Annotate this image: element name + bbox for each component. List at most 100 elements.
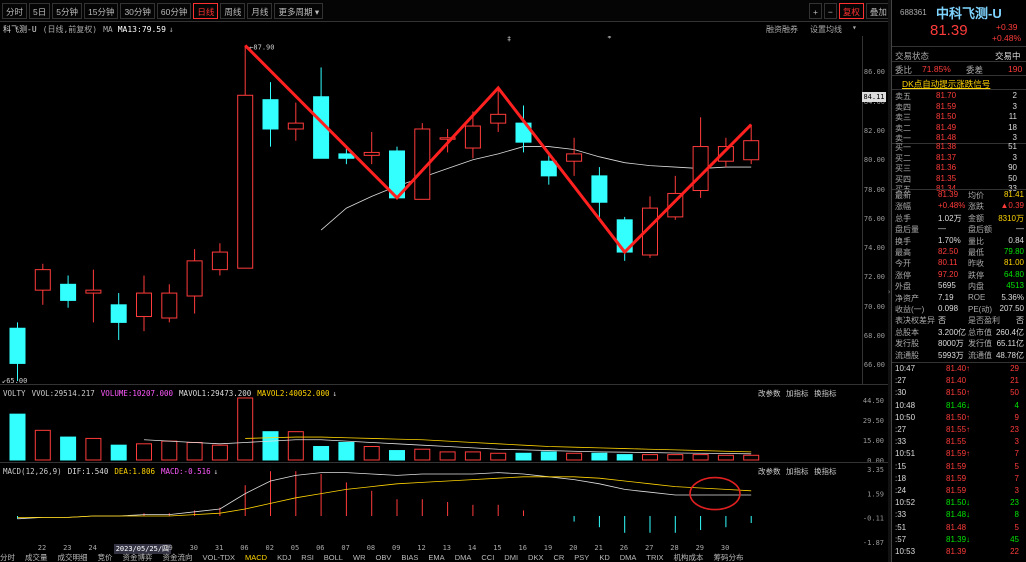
candle [616, 216, 633, 261]
kline-chart[interactable]: ←87.90↙65.00‡ *44.5029.5015.000.003.351.5… [0, 36, 888, 556]
volume-bar [85, 437, 102, 461]
volume-tick: 29.50 [863, 417, 884, 425]
volume-menu-2[interactable]: 换指标 [814, 388, 837, 399]
volume-bar [540, 451, 557, 461]
tick-trade-row: 10:48 81.46↓ 4 [892, 401, 1026, 412]
indicator-tab-25[interactable]: 筹码分布 [714, 552, 744, 562]
indicator-tab-18[interactable]: DKX [528, 553, 543, 562]
period-tab-4[interactable]: 30分钟 [120, 2, 155, 19]
indicator-tab-19[interactable]: CR [553, 553, 564, 562]
volume-bar [110, 444, 127, 461]
set-ma-dropdown-icon[interactable]: ▾ [852, 23, 857, 32]
trade-time: :51 [895, 522, 907, 532]
indicator-tab-11[interactable]: WR [353, 553, 366, 562]
volume-bar [211, 444, 228, 461]
candle-body [287, 122, 304, 130]
indicator-tab-8[interactable]: KDJ [277, 553, 291, 562]
indicator-tab-5[interactable]: 资金流向 [163, 552, 193, 562]
period-tab-2[interactable]: 5分钟 [52, 2, 82, 19]
candle-body [743, 140, 760, 161]
indicator-tab-12[interactable]: OBV [375, 553, 391, 562]
indicator-tab-9[interactable]: RSI [301, 553, 314, 562]
stat-label: 收益(一) [895, 305, 925, 314]
macd-menu-1[interactable]: 加指标 [786, 466, 809, 477]
date-label: 29 [164, 544, 173, 552]
level-volume: 3 [1012, 133, 1017, 142]
indicator-tab-21[interactable]: KD [599, 553, 609, 562]
ma-indicator[interactable]: MA [103, 25, 113, 34]
indicator-tab-0[interactable]: 分时 [0, 552, 15, 562]
macd-menu-2[interactable]: 换指标 [814, 466, 837, 477]
tick-trade-row: :33 81.48↓ 8 [892, 510, 1026, 521]
volume-bar [313, 446, 330, 461]
indicator-tab-17[interactable]: DMI [504, 553, 518, 562]
trade-volume: 4 [1014, 400, 1019, 410]
arrow-down-icon: ↓ [332, 388, 338, 398]
period-tab-1[interactable]: 5日 [29, 2, 51, 19]
period-tab-7[interactable]: 周线 [220, 2, 246, 19]
period-tab-3[interactable]: 15分钟 [83, 2, 119, 19]
tool-button-0[interactable]: + [808, 3, 822, 19]
margin-trading-button[interactable]: 融资融券 [766, 24, 798, 35]
stat-value: 8000万 [938, 339, 964, 349]
volume-bar [262, 431, 279, 461]
indicator-tab-1[interactable]: 成交量 [25, 552, 48, 562]
macd-header: MACD(12,26,9) DIF:1.540 DEA:1.806 MACD:-0.5… [0, 464, 888, 478]
indicator-tab-22[interactable]: DMA [620, 553, 637, 562]
stat-label: 是否盈利 [968, 316, 1000, 326]
volume-menu-0[interactable]: 改参数 [758, 388, 781, 399]
stat-value: 1.70% [938, 235, 961, 245]
indicator-tab-3[interactable]: 竞价 [98, 552, 113, 562]
volume-bar [414, 448, 431, 461]
indicator-tab-15[interactable]: DMA [455, 553, 472, 562]
indicator-tab-2[interactable]: 成交明细 [58, 552, 88, 562]
trade-time: 10:51 [895, 449, 916, 459]
macd-header-item: DEA:1.806 [114, 466, 155, 476]
candle-body [591, 175, 608, 203]
set-ma-button[interactable]: 设置均线 [810, 24, 842, 35]
indicator-tab-7[interactable]: MACD [245, 553, 267, 562]
price-tick: 86.00 [863, 68, 885, 77]
period-tab-0[interactable]: 分时 [2, 2, 28, 19]
dif-line [17, 472, 752, 520]
stat-label: 涨幅 [895, 202, 911, 212]
candle [464, 111, 481, 159]
candle-body [211, 251, 228, 271]
period-tab-9[interactable]: 更多周期 ▾ [274, 2, 324, 19]
indicator-tab-23[interactable]: TRIX [646, 553, 663, 562]
stat-label: 昨收 [968, 259, 984, 269]
current-price-label: 84.11 [862, 92, 886, 102]
order-book-row: 买二 81.37 3 [892, 153, 1026, 164]
tool-button-2[interactable]: 复权 [838, 3, 864, 19]
stats-row: 最高 82.50 最低 79.80 [892, 247, 1026, 258]
trade-volume: 7 [1014, 473, 1019, 483]
stats-row: 涨停 97.20 跌停 64.80 [892, 270, 1026, 281]
period-tab-8[interactable]: 月线 [247, 2, 273, 19]
volume-header-item: VOLTY [3, 388, 26, 398]
volume-menu-1[interactable]: 加指标 [786, 388, 809, 399]
level-label: 买四 [895, 174, 911, 184]
indicator-tab-20[interactable]: PSY [574, 553, 589, 562]
indicator-tab-6[interactable]: VOL-TDX [203, 553, 236, 562]
level-volume: 90 [1008, 163, 1017, 172]
indicator-tab-13[interactable]: BIAS [401, 553, 418, 562]
stats-row: 总手 1.02万 金额 8310万 [892, 213, 1026, 224]
indicator-tab-16[interactable]: CCI [481, 553, 494, 562]
period-tab-5[interactable]: 60分钟 [156, 2, 192, 19]
stat-value: 97.20 [938, 269, 959, 279]
macd-menu-0[interactable]: 改参数 [758, 466, 781, 477]
indicator-tab-10[interactable]: BOLL [324, 553, 343, 562]
stock-title: 科飞测-U [3, 24, 37, 34]
indicator-tab-24[interactable]: 机构成本 [674, 552, 704, 562]
order-book-row: 买一 81.38 51 [892, 142, 1026, 153]
stat-label: 最高 [895, 248, 911, 257]
price-tick: 66.00 [863, 361, 885, 370]
period-tab-6[interactable]: 日线 [193, 2, 219, 19]
date-label: 19 [543, 544, 553, 552]
indicator-tab-4[interactable]: 资金博弈 [123, 552, 153, 562]
volume-bar [60, 436, 77, 461]
volume-bar [464, 451, 481, 461]
indicator-tab-14[interactable]: EMA [428, 553, 444, 562]
tool-button-1[interactable]: − [823, 3, 837, 19]
stats-row: 盘后量 — 盘后额 — [892, 224, 1026, 235]
